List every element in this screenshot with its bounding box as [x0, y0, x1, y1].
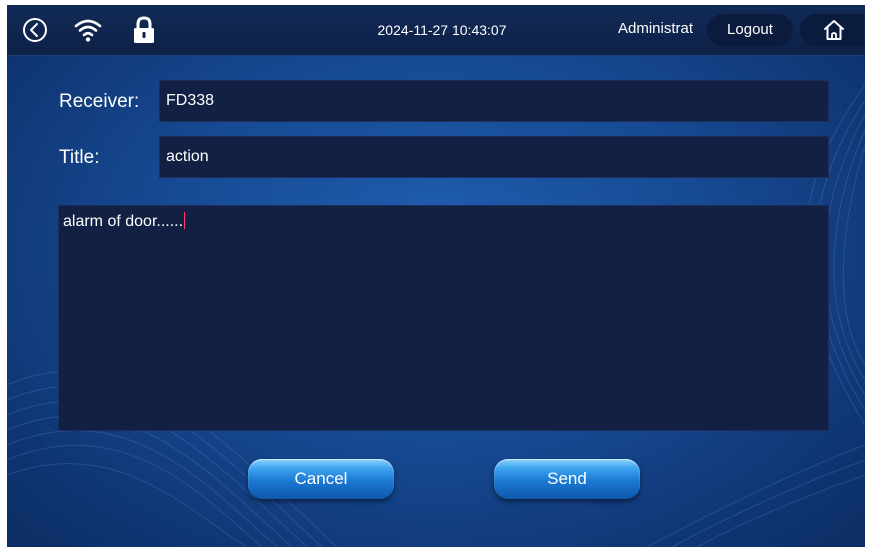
top-bar: 2024-11-27 10:43:07 Administrat Logout [7, 5, 865, 56]
home-button[interactable] [800, 14, 864, 46]
user-name: Administrat [618, 20, 694, 37]
message-text: alarm of door...... [63, 213, 184, 230]
logout-button[interactable]: Logout [707, 14, 793, 46]
text-cursor [184, 212, 186, 229]
receiver-label: Receiver: [59, 91, 140, 112]
datetime-display: 2024-11-27 10:43:07 [377, 22, 507, 38]
title-label: Title: [59, 147, 100, 168]
home-icon [824, 20, 844, 40]
wifi-icon [74, 19, 102, 42]
title-input[interactable]: action [159, 136, 829, 178]
send-button[interactable]: Send [494, 459, 640, 499]
receiver-input[interactable]: FD338 [159, 80, 829, 122]
message-textarea[interactable]: alarm of door...... [58, 205, 829, 431]
back-icon[interactable] [20, 15, 50, 45]
lock-icon [134, 16, 154, 43]
message-compose-screen: 2024-11-27 10:43:07 Administrat Logout R… [7, 5, 865, 547]
cancel-button[interactable]: Cancel [248, 459, 394, 499]
